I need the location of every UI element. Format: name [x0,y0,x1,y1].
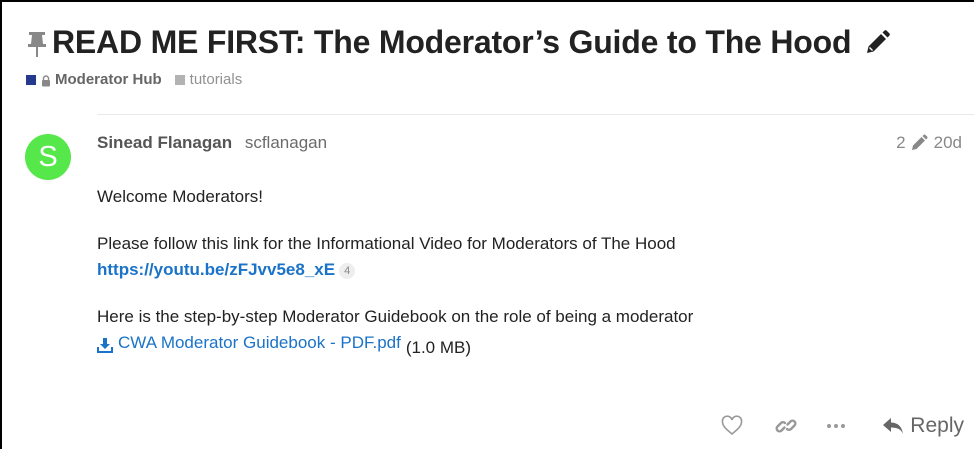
post-paragraph-guidebook: Here is the step-by-step Moderator Guide… [97,304,957,361]
category-link[interactable]: Moderator Hub [55,71,162,88]
reply-label: Reply [910,414,964,437]
pin-icon[interactable] [24,25,50,61]
video-link[interactable]: https://youtu.be/zFJvv5e8_xE [97,260,335,279]
reply-button[interactable]: Reply [882,414,964,438]
edit-title-pencil-icon[interactable] [863,29,891,57]
topic-header: READ ME FIRST: The Moderator’s Guide to … [24,24,891,61]
link-icon[interactable] [774,414,798,438]
attachment-name: CWA Moderator Guidebook - PDF.pdf [118,333,401,352]
breadcrumb: Moderator Hub tutorials [26,71,242,88]
window-frame-top [0,0,974,2]
edit-count[interactable]: 2 [896,133,905,153]
post-divider [97,114,974,115]
category-color-square [26,74,36,85]
post-author: Sinead Flanagan scflanagan [97,133,327,153]
post-paragraph-video: Please follow this link for the Informat… [97,231,957,283]
video-intro-text: Please follow this link for the Informat… [97,234,676,253]
post-meta: 2 20d [896,133,962,153]
topic-title[interactable]: READ ME FIRST: The Moderator’s Guide to … [52,24,851,61]
avatar-letter: S [38,140,58,173]
author-username[interactable]: scflanagan [245,133,327,152]
download-icon [97,335,113,353]
avatar[interactable]: S [25,134,71,180]
attachment-size: (1.0 MB) [405,338,472,357]
edit-history-pencil-icon[interactable] [910,134,928,152]
tag-color-square [174,74,185,85]
link-click-count: 4 [339,262,356,279]
more-icon[interactable] [824,414,848,438]
post-age[interactable]: 20d [934,133,962,153]
lock-icon [41,74,51,86]
post-actions: Reply [720,414,964,438]
tag-link[interactable]: tutorials [190,71,243,88]
post-body: Welcome Moderators! Please follow this l… [97,184,957,361]
heart-icon[interactable] [720,414,744,438]
reply-icon [882,417,904,435]
guidebook-intro-text: Here is the step-by-step Moderator Guide… [97,307,694,326]
attachment-link[interactable]: CWA Moderator Guidebook - PDF.pdf [97,330,401,356]
post-paragraph-welcome: Welcome Moderators! [97,187,263,206]
window-frame-left [0,0,2,449]
author-fullname[interactable]: Sinead Flanagan [97,133,232,152]
